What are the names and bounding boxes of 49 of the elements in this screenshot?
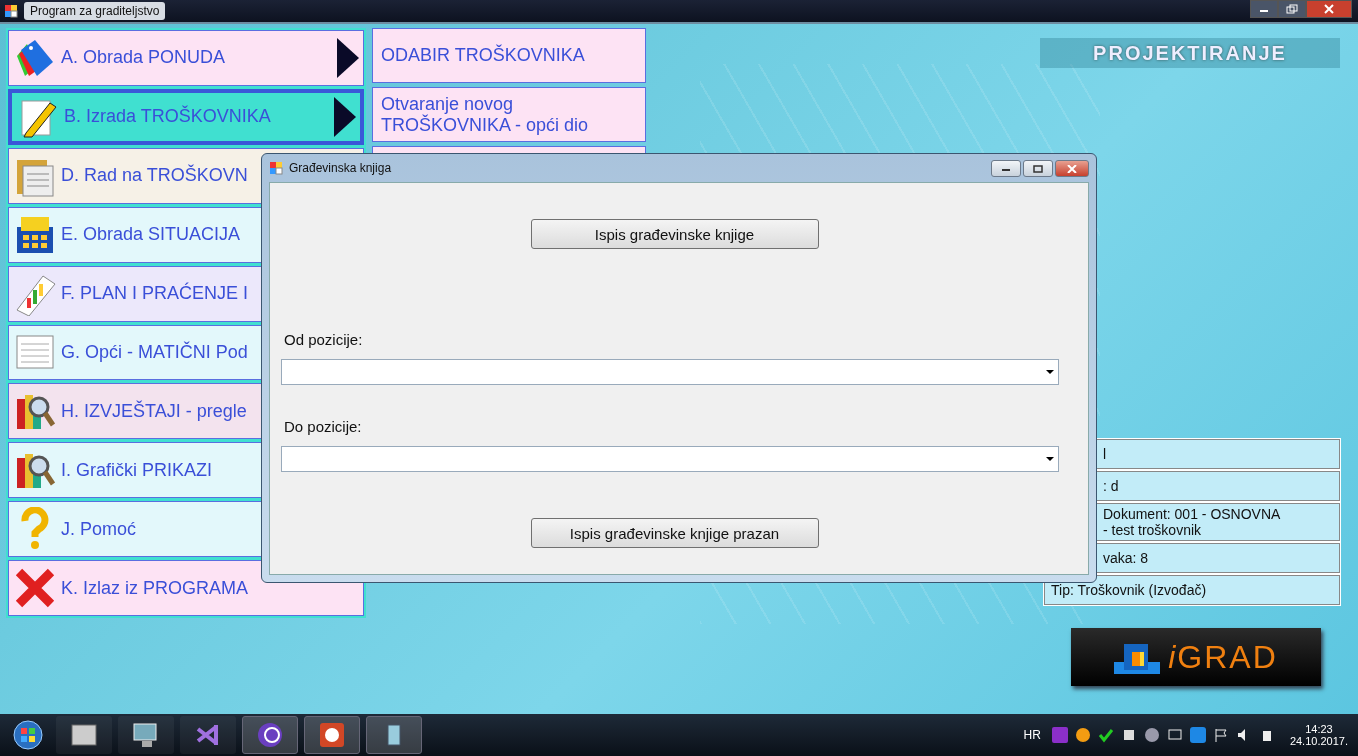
info-text: l xyxy=(1103,446,1108,462)
maximize-button[interactable] xyxy=(1023,160,1053,177)
maximize-icon xyxy=(1033,164,1043,173)
restore-icon xyxy=(1286,4,1298,14)
dropdown-arrow-icon xyxy=(1046,457,1054,461)
check-icon[interactable] xyxy=(1097,727,1114,743)
info-text: - test troškovnik xyxy=(1103,522,1203,538)
taskbar-app[interactable] xyxy=(56,716,112,754)
taskbar-app[interactable] xyxy=(366,716,422,754)
close-button[interactable] xyxy=(1306,0,1352,18)
close-icon xyxy=(1067,164,1077,173)
app-icon xyxy=(4,4,18,18)
submenu-item[interactable]: ODABIR TROŠKOVNIKA xyxy=(372,28,646,83)
info-text: : d xyxy=(1103,478,1120,494)
menu-item[interactable]: B. Izrada TROŠKOVNIKA xyxy=(8,88,364,145)
windows-logo-icon xyxy=(13,720,43,750)
print-empty-button[interactable]: Ispis građevinske knjige prazan xyxy=(530,518,819,548)
window-title: Program za graditeljstvo xyxy=(24,2,166,20)
info-text: Tip: Troškovnik (Izvođač) xyxy=(1051,582,1208,598)
dropdown-arrow-icon xyxy=(1046,370,1054,374)
logo-text: iGRAD xyxy=(1168,638,1278,676)
field-label: Od pozicije: xyxy=(284,331,363,348)
dropdown-field[interactable] xyxy=(281,359,1059,385)
taskbar-app[interactable] xyxy=(118,716,174,754)
close-button[interactable] xyxy=(1055,160,1089,177)
restore-button[interactable] xyxy=(1278,0,1306,18)
header-title: PROJEKTIRANJE xyxy=(1093,41,1287,65)
taskbar-app[interactable] xyxy=(242,716,298,754)
menu-item[interactable]: A. Obrada PONUDA xyxy=(8,30,364,86)
language-indicator[interactable]: HR xyxy=(1023,728,1041,742)
presentation-icon xyxy=(318,721,346,749)
submenu-item[interactable]: Otvaranje novog TROŠKOVNIKA - opći dio xyxy=(372,87,646,142)
circle-icon[interactable] xyxy=(1074,727,1091,743)
taskbar-app[interactable] xyxy=(180,716,236,754)
print-button[interactable]: Ispis građevinske knjige xyxy=(530,219,819,249)
flag-icon[interactable] xyxy=(1212,727,1229,743)
info-text: vaka: 8 xyxy=(1103,550,1150,566)
taskbar-app[interactable] xyxy=(304,716,360,754)
app-icon xyxy=(269,161,283,175)
field-label: Do pozicije: xyxy=(284,418,362,435)
close-icon xyxy=(1323,4,1335,14)
monitor-icon xyxy=(132,721,160,749)
minimize-button[interactable] xyxy=(991,160,1021,177)
minimize-button[interactable] xyxy=(1250,0,1278,18)
window-icon xyxy=(70,723,98,747)
notebook-icon[interactable] xyxy=(1051,727,1068,743)
dropdown-field[interactable] xyxy=(281,446,1059,472)
clock[interactable]: 14:23 24.10.2017. xyxy=(1289,723,1348,747)
info-text: Dokument: 001 - OSNOVNA xyxy=(1103,506,1282,522)
